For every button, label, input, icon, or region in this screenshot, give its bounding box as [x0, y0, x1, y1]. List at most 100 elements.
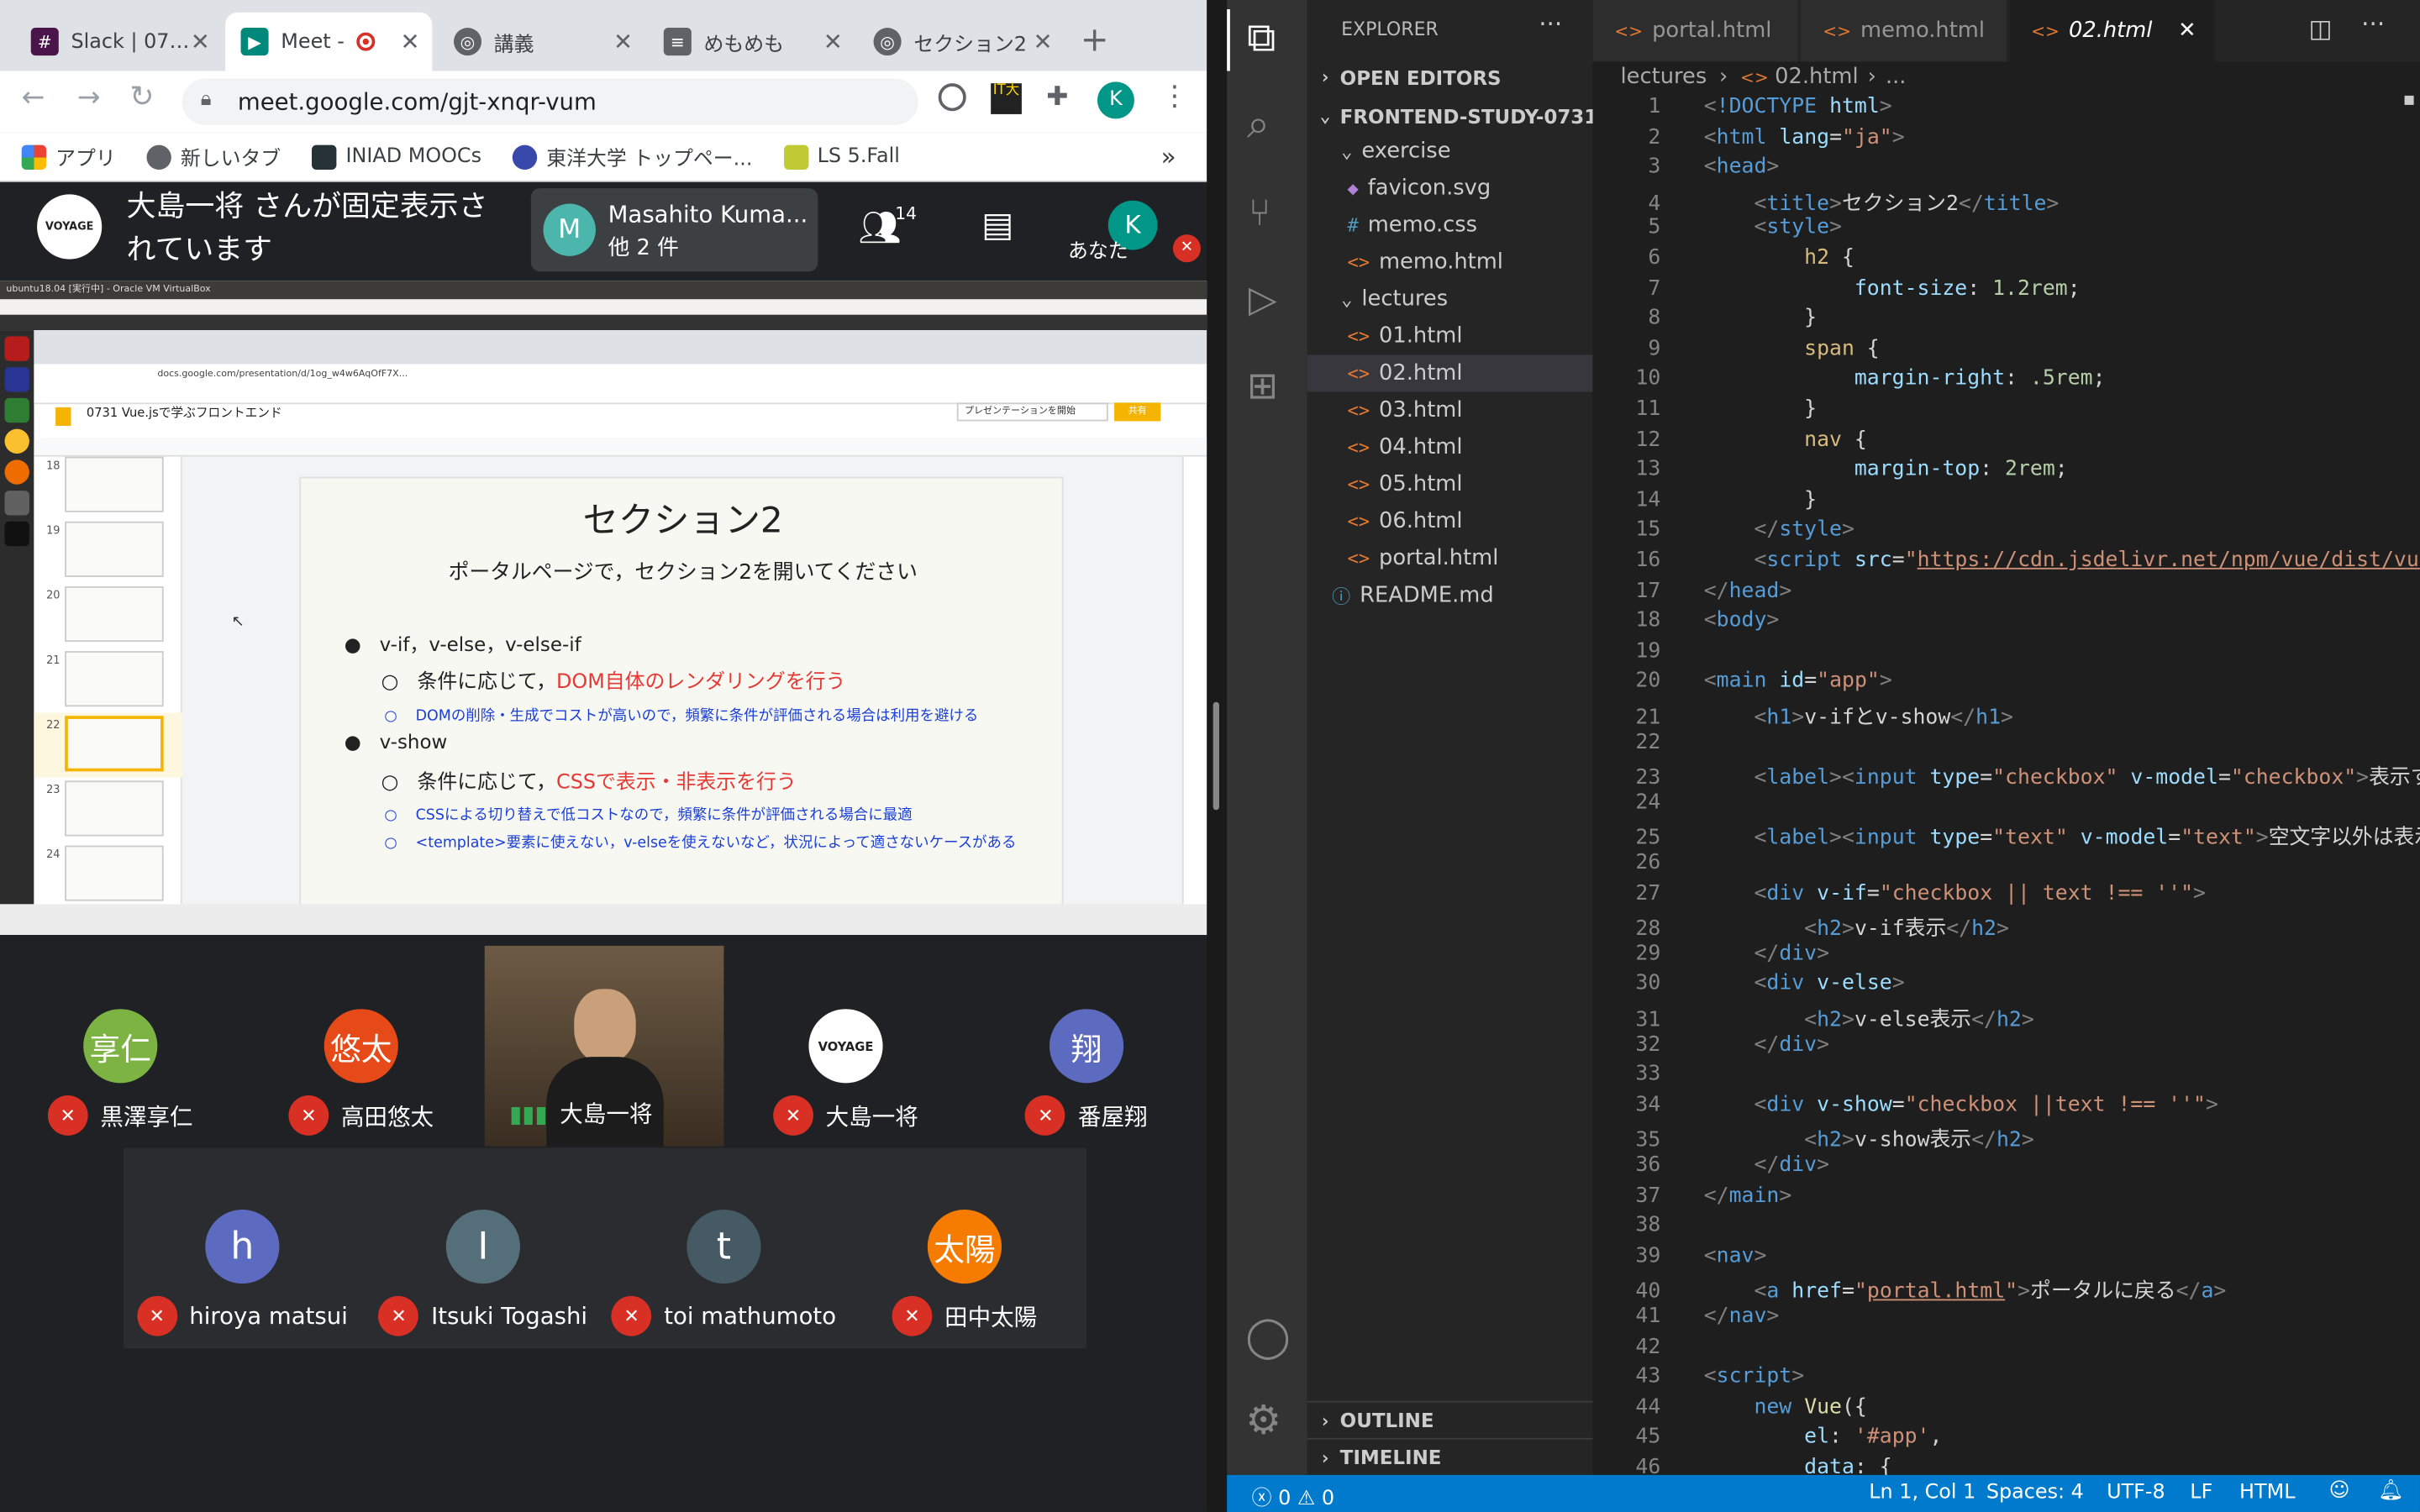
forward-icon[interactable]: →: [77, 81, 101, 114]
bookmark-toyo[interactable]: 東洋大学 トップペー...: [512, 142, 752, 171]
record-extension-icon[interactable]: [938, 83, 966, 112]
slide-thumbnail[interactable]: [65, 585, 164, 643]
chat-icon[interactable]: ▤: [981, 207, 1013, 245]
tree-item-01[interactable]: <> 01.html: [1307, 318, 1593, 354]
bookmark-ls[interactable]: LS 5.Fall: [783, 144, 900, 170]
participant-tile[interactable]: 悠太 ✕ 高田悠太: [253, 1009, 469, 1136]
reload-icon[interactable]: ↻: [129, 81, 154, 114]
code-line: 16 <script src="https://cdn.jsdelivr.net…: [1635, 548, 2420, 573]
tree-item-favicon[interactable]: ◆ favicon.svg: [1307, 170, 1593, 207]
participant-tile[interactable]: 享仁 ✕ 黒澤享仁: [13, 1009, 229, 1136]
tree-item-lectures[interactable]: ⌄ lectures: [1307, 281, 1593, 318]
tab-meet[interactable]: ▶ Meet - ✕: [225, 12, 433, 71]
chrome-window: # Slack | 07… ✕ ▶ Meet - ✕ ◎ 講義 ✕ ≡ めもめも…: [0, 0, 1207, 1512]
participant-name: Itsuki Togashi: [431, 1302, 588, 1331]
code-line: 10 margin-right: .5rem;: [1635, 366, 2106, 391]
indentation[interactable]: Spaces: 4: [1986, 1481, 2084, 1504]
slide-thumbnail[interactable]: [65, 651, 164, 707]
slide-thumbnail[interactable]: [65, 780, 164, 837]
tree-item-exercise[interactable]: ⌄ exercise: [1307, 133, 1593, 170]
encoding[interactable]: UTF-8: [2107, 1481, 2165, 1504]
more-actions-icon[interactable]: ···: [2361, 9, 2385, 39]
slide-thumbnail[interactable]: [65, 845, 164, 901]
line-ending[interactable]: LF: [2190, 1481, 2212, 1504]
close-tab-icon[interactable]: ✕: [823, 28, 843, 55]
split-divider[interactable]: [1207, 0, 1228, 1512]
participant-tile[interactable]: t ✕ toi mathumoto: [611, 1209, 836, 1336]
menu-icon[interactable]: ⋮: [1160, 81, 1188, 113]
search-icon[interactable]: ⌕: [1247, 102, 1270, 150]
tab-memo[interactable]: ≡ めもめも ✕: [648, 13, 855, 71]
close-tab-icon[interactable]: ✕: [2178, 18, 2196, 43]
language-mode[interactable]: HTML: [2239, 1481, 2295, 1504]
slide-thumbnail[interactable]: [65, 456, 164, 512]
tab-lecture[interactable]: ◎ 講義 ✕: [439, 13, 645, 71]
presenter-card[interactable]: M Masahito Kuma... 他 2 件: [530, 188, 818, 272]
tree-item-04[interactable]: <> 04.html: [1307, 429, 1593, 466]
back-icon[interactable]: ←: [22, 81, 45, 114]
tree-item-06[interactable]: <> 06.html: [1307, 503, 1593, 540]
bookmark-apps[interactable]: アプリ: [21, 142, 116, 171]
slide-thumbnail-selected[interactable]: [65, 716, 164, 772]
tab-memo-html[interactable]: <> memo.html: [1801, 0, 2008, 62]
more-bookmarks[interactable]: »: [1161, 142, 1176, 171]
tab-slack[interactable]: # Slack | 07… ✕: [15, 13, 222, 71]
chevron-right-icon: ›: [1319, 66, 1331, 88]
tab-section2[interactable]: ◎ セクション2 ✕: [858, 13, 1065, 71]
participant-tile[interactable]: I ✕ Itsuki Togashi: [373, 1209, 592, 1336]
new-tab-button[interactable]: +: [1081, 22, 1109, 60]
url-text: meet.google.com/gjt-xnqr-vum: [237, 87, 597, 116]
participant-tile[interactable]: VOYAGE ✕ 大島一将: [738, 1009, 954, 1136]
bookmark-iniad[interactable]: INIAD MOOCs: [312, 144, 481, 170]
tab-portal-html[interactable]: <> portal.html: [1592, 0, 1800, 62]
address-bar[interactable]: 🔒︎ meet.google.com/gjt-xnqr-vum: [182, 78, 918, 125]
tree-item-05[interactable]: <> 05.html: [1307, 466, 1593, 503]
cursor-position[interactable]: Ln 1, Col 1: [1869, 1481, 1975, 1504]
extension-icon[interactable]: IT大: [991, 83, 1022, 114]
split-editor-icon[interactable]: ◫: [2309, 14, 2333, 44]
participant-video-tile[interactable]: ▮▮▮ 大島一将: [484, 945, 724, 1147]
code-line: 7 font-size: 1.2rem;: [1648, 276, 2081, 301]
close-tab-icon[interactable]: ✕: [191, 28, 210, 55]
open-editors-section[interactable]: › OPEN EDITORS: [1307, 59, 1593, 96]
present-button[interactable]: プレゼンテーションを開始: [956, 402, 1108, 422]
problems-indicator[interactable]: ⓧ 0 ⚠ 0: [1252, 1481, 1335, 1511]
tree-item-portal[interactable]: <> portal.html: [1307, 540, 1593, 577]
html-file-icon: <>: [2031, 20, 2060, 41]
more-actions-icon[interactable]: ···: [1539, 9, 1562, 39]
source-control-icon[interactable]: ⑂: [1249, 192, 1270, 234]
participant-tile[interactable]: 太陽 ✕ 田中太陽: [855, 1209, 1075, 1336]
feedback-icon[interactable]: ☺: [2329, 1479, 2350, 1503]
tree-item-memo-html[interactable]: <> memo.html: [1307, 244, 1593, 281]
outline-section[interactable]: › OUTLINE: [1307, 1400, 1593, 1438]
share-button[interactable]: 共有: [1114, 402, 1161, 422]
gear-icon[interactable]: ⚙: [1245, 1398, 1281, 1444]
account-icon[interactable]: ◯: [1245, 1315, 1290, 1361]
profile-avatar[interactable]: K: [1097, 81, 1134, 119]
puzzle-icon[interactable]: ✚: [1046, 81, 1068, 113]
close-tab-icon[interactable]: ✕: [613, 28, 633, 55]
explorer-icon[interactable]: ⧉: [1247, 15, 1276, 63]
bookmark-newtab[interactable]: 新しいタブ: [146, 142, 281, 171]
divider-handle[interactable]: [1213, 701, 1219, 811]
participant-tile[interactable]: h ✕ hiroya matsui: [133, 1209, 352, 1336]
run-debug-icon[interactable]: ▷: [1249, 278, 1277, 321]
css-file-icon: #: [1347, 214, 1359, 237]
tree-item-02[interactable]: <> 02.html: [1307, 354, 1593, 392]
timeline-section[interactable]: › TIMELINE: [1307, 1437, 1593, 1475]
chevron-right-icon: ›: [1319, 1409, 1331, 1431]
close-tab-icon[interactable]: ✕: [400, 28, 419, 55]
project-folder[interactable]: ⌄ FRONTEND-STUDY-0731: [1307, 97, 1597, 134]
code-editor[interactable]: lectures › <> 02.html ›... 1 <!DOCTYPE html> …: [1592, 61, 2420, 1475]
html-file-icon: <>: [1347, 399, 1370, 422]
code-line: 46 data: {: [1635, 1455, 1892, 1475]
bell-icon[interactable]: 🔔︎: [2378, 1479, 2403, 1503]
tab-02-html[interactable]: <> 02.html ✕: [2009, 0, 2217, 62]
close-tab-icon[interactable]: ✕: [1034, 28, 1053, 55]
slide-thumbnail[interactable]: [65, 521, 164, 577]
participant-tile[interactable]: 翔 ✕ 番屋翔: [978, 1009, 1194, 1136]
tree-item-readme[interactable]: ⓘ README.md: [1307, 577, 1593, 614]
tree-item-03[interactable]: <> 03.html: [1307, 392, 1593, 429]
extensions-icon[interactable]: ⊞: [1247, 364, 1278, 407]
tree-item-memo-css[interactable]: # memo.css: [1307, 207, 1593, 244]
